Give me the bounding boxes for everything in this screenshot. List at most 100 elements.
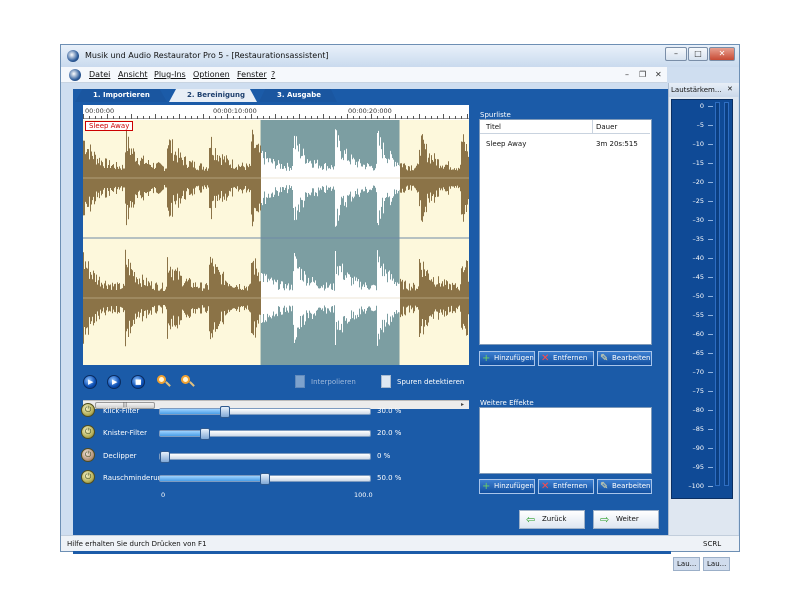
document-icon[interactable] xyxy=(69,69,81,81)
minimize-button[interactable]: – xyxy=(665,47,687,61)
ruler-tick xyxy=(353,116,354,119)
volume-panel-title[interactable]: Lautstärkem... ✕ xyxy=(669,83,739,97)
close-button[interactable]: ✕ xyxy=(709,47,735,61)
meter-tick xyxy=(708,201,713,202)
ruler-tick xyxy=(179,114,180,119)
slider-thumb[interactable] xyxy=(160,451,170,463)
ruler-tick xyxy=(317,116,318,119)
ruler-tick xyxy=(287,116,288,119)
column-dauer[interactable]: Dauer xyxy=(596,123,617,131)
stop-icon: ■ xyxy=(135,378,142,386)
tab-importieren[interactable]: 1. Importieren xyxy=(75,89,167,102)
stop-button[interactable]: ■ xyxy=(131,375,145,389)
ruler-tick xyxy=(233,116,234,119)
ruler-label-0: 00:00:00 xyxy=(85,107,115,115)
track-list-label: Spurliste xyxy=(480,111,511,119)
more-effects-list[interactable] xyxy=(479,407,652,474)
waveform-graphic[interactable] xyxy=(83,105,469,365)
edit-icon: ✎ xyxy=(600,353,609,364)
ruler-tick xyxy=(347,114,348,119)
slider-thumb[interactable] xyxy=(200,428,210,440)
meter-scale-label: –70 xyxy=(692,368,704,376)
ruler-tick xyxy=(401,116,402,119)
effect-slider[interactable] xyxy=(159,473,371,485)
more-effects-label: Weitere Effekte xyxy=(480,399,534,407)
effect-toggle-2[interactable]: ⏻ xyxy=(81,448,95,462)
menu-fenster[interactable]: Fenster xyxy=(237,70,267,79)
slider-thumb[interactable] xyxy=(260,473,270,485)
track-row-title[interactable]: Sleep Away xyxy=(486,140,526,148)
ruler-tick xyxy=(383,116,384,119)
meter-scale-label: –50 xyxy=(692,292,704,300)
ruler-tick xyxy=(365,116,366,119)
zoom-out-icon[interactable] xyxy=(181,375,195,389)
interpolate-icon xyxy=(295,375,305,388)
meter-scale-label: 0 xyxy=(699,102,704,110)
track-edit-button[interactable]: ✎ Bearbeiten xyxy=(597,351,652,366)
menu-datei[interactable]: Datei xyxy=(89,70,110,79)
ruler-tick xyxy=(245,116,246,119)
back-button[interactable]: ⇦ Zurück xyxy=(519,510,585,529)
ruler-tick xyxy=(335,116,336,119)
meter-bar-left xyxy=(715,102,720,486)
ruler-tick xyxy=(143,116,144,119)
ruler-tick xyxy=(131,114,132,119)
waveform-view[interactable]: 00:00:00 00:00:10:000 00:00:20:000 Sleep… xyxy=(83,105,469,365)
effect-toggle-1[interactable]: ⏻ xyxy=(81,425,95,439)
ruler-tick xyxy=(173,116,174,119)
effect-edit-button[interactable]: ✎ Bearbeiten xyxy=(597,479,652,494)
slider-fill xyxy=(160,476,265,481)
ruler-tick xyxy=(155,114,156,119)
ruler-tick xyxy=(221,116,222,119)
effect-toggle-0[interactable]: ⏻ xyxy=(81,403,95,417)
side-tab-2[interactable]: Lau... xyxy=(703,557,731,571)
interpolate-button[interactable]: Interpolieren xyxy=(311,378,356,386)
meter-scale-label: –85 xyxy=(692,425,704,433)
track-add-button[interactable]: + Hinzufügen xyxy=(479,351,535,366)
detect-tracks-button[interactable]: Spuren detektieren xyxy=(397,378,464,386)
ruler-tick xyxy=(299,114,300,119)
effect-slider[interactable] xyxy=(159,451,371,463)
effect-remove-button[interactable]: ✕ Entfernen xyxy=(538,479,594,494)
tab-ausgabe[interactable]: 3. Ausgabe xyxy=(259,89,337,102)
close-icon[interactable]: ✕ xyxy=(727,85,733,93)
effect-slider[interactable] xyxy=(159,428,371,440)
side-tab-1[interactable]: Lau... xyxy=(673,557,701,571)
ruler-tick xyxy=(455,116,456,119)
scroll-right-icon[interactable]: ▸ xyxy=(461,401,464,408)
mdi-restore-button[interactable]: ❐ xyxy=(639,70,646,79)
ruler-tick xyxy=(95,116,96,119)
meter-scale-label: –25 xyxy=(692,197,704,205)
menu-optionen[interactable]: Optionen xyxy=(193,70,230,79)
app-icon xyxy=(67,50,79,62)
ruler-tick xyxy=(113,116,114,119)
effect-add-button[interactable]: + Hinzufügen xyxy=(479,479,535,494)
track-row-duration[interactable]: 3m 20s:515 xyxy=(596,140,638,148)
effect-slider[interactable] xyxy=(159,406,371,418)
zoom-in-icon[interactable] xyxy=(157,375,171,389)
mdi-minimize-button[interactable]: – xyxy=(625,70,629,79)
title-bar[interactable]: Musik und Audio Restaurator Pro 5 - [Res… xyxy=(61,45,739,67)
menu-plugins[interactable]: Plug-Ins xyxy=(154,70,186,79)
effect-label: Klick-Filter xyxy=(103,407,140,415)
track-list[interactable]: Titel Dauer Sleep Away 3m 20s:515 xyxy=(479,119,652,345)
menu-help[interactable]: ? xyxy=(271,70,275,79)
meter-tick xyxy=(708,239,713,240)
column-titel[interactable]: Titel xyxy=(486,123,501,131)
play-selection-button[interactable]: ▶ xyxy=(107,375,121,389)
maximize-button[interactable]: □ xyxy=(688,47,708,61)
arrow-right-icon: ⇨ xyxy=(600,513,610,526)
next-button[interactable]: ⇨ Weiter xyxy=(593,510,659,529)
effect-toggle-3[interactable]: ⏻ xyxy=(81,470,95,484)
slider-thumb[interactable] xyxy=(220,406,230,418)
ruler-tick xyxy=(341,116,342,119)
mdi-close-button[interactable]: ✕ xyxy=(655,70,662,79)
track-remove-button[interactable]: ✕ Entfernen xyxy=(538,351,594,366)
meter-scale-label: –40 xyxy=(692,254,704,262)
menu-ansicht[interactable]: Ansicht xyxy=(118,70,148,79)
tab-bereinigung[interactable]: 2. Bereinigung xyxy=(169,89,257,102)
meter-tick xyxy=(708,125,713,126)
play-button[interactable]: ▶ xyxy=(83,375,97,389)
power-icon: ⏻ xyxy=(85,405,92,414)
status-scrl: SCRL xyxy=(703,540,722,548)
